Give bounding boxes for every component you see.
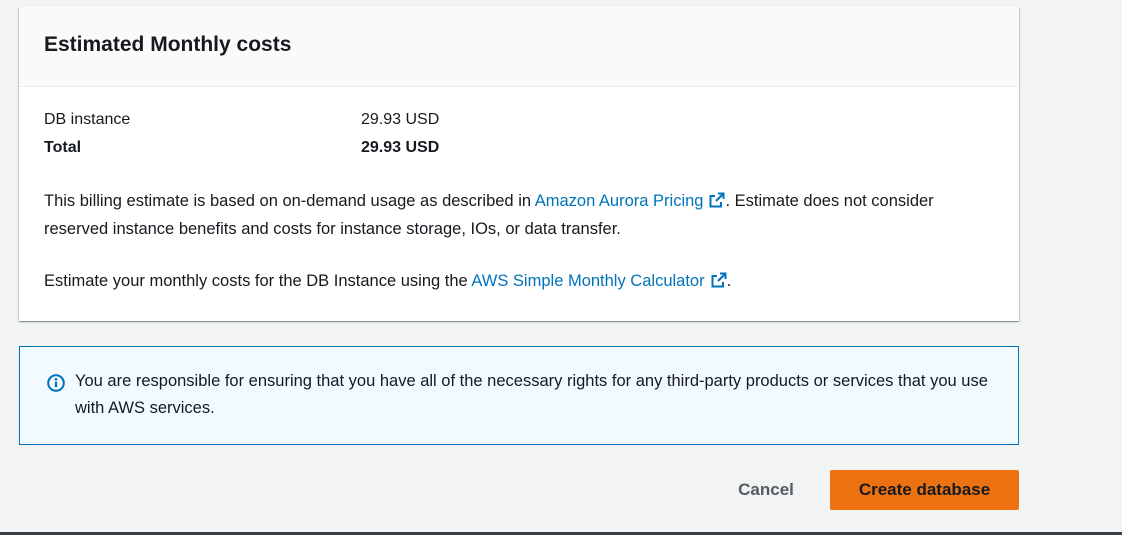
cost-value: 29.93 USD: [361, 111, 440, 128]
info-icon: [47, 374, 65, 392]
create-database-button[interactable]: Create database: [830, 470, 1019, 510]
estimated-costs-panel: Estimated Monthly costs DB instance 29.9…: [19, 7, 1019, 321]
panel-title: Estimated Monthly costs: [44, 33, 292, 56]
billing-estimate-text: This billing estimate is based on on-dem…: [44, 187, 994, 243]
cost-label: DB instance: [44, 111, 131, 128]
monthly-calculator-link[interactable]: AWS Simple Monthly Calculator: [471, 272, 727, 290]
calc-text-after: .: [726, 272, 732, 290]
panel-header: Estimated Monthly costs: [19, 7, 1019, 87]
aurora-pricing-link[interactable]: Amazon Aurora Pricing: [535, 192, 726, 210]
info-alert-text: You are responsible for ensuring that yo…: [75, 372, 988, 417]
info-alert: You are responsible for ensuring that yo…: [19, 346, 1019, 445]
monthly-calculator-link-label: AWS Simple Monthly Calculator: [471, 272, 705, 290]
aurora-pricing-link-label: Amazon Aurora Pricing: [534, 192, 704, 210]
cost-value: 29.93 USD: [361, 139, 440, 156]
billing-text-before: This billing estimate is based on on-dem…: [44, 192, 535, 210]
cost-label: Total: [44, 139, 82, 156]
external-link-icon: [709, 192, 725, 208]
calculator-text: Estimate your monthly costs for the DB I…: [44, 267, 994, 295]
cancel-button[interactable]: Cancel: [716, 470, 816, 510]
calc-text-before: Estimate your monthly costs for the DB I…: [44, 272, 472, 290]
external-link-icon: [711, 272, 727, 288]
